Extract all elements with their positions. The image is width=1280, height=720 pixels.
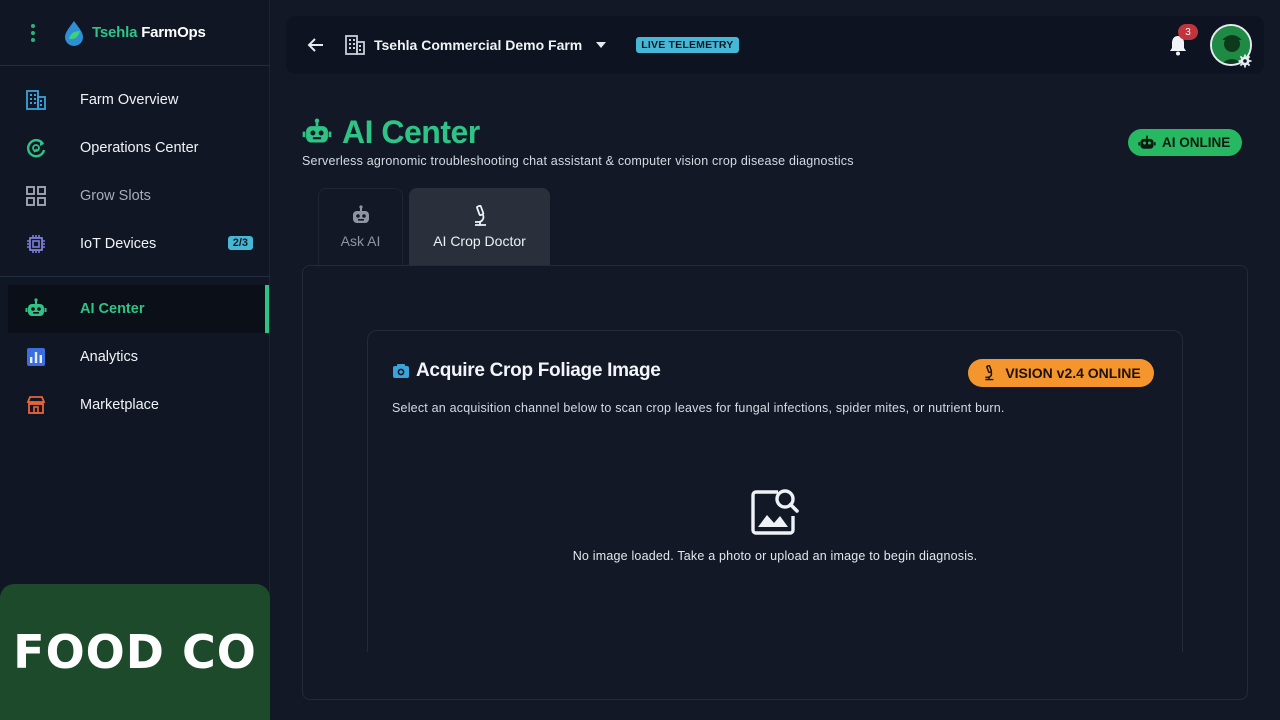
gear-icon[interactable] — [1238, 54, 1252, 68]
building-icon — [24, 88, 48, 112]
back-arrow-icon[interactable] — [304, 33, 328, 57]
live-telemetry-badge: LIVE TELEMETRY — [636, 37, 739, 53]
food-co-logo-text: FOOD CO — [13, 625, 257, 679]
card-description: Select an acquisition channel below to s… — [392, 401, 1005, 415]
robot-icon — [352, 205, 369, 223]
ai-online-label: AI ONLINE — [1162, 135, 1231, 150]
store-icon — [24, 393, 48, 417]
sidebar-item-marketplace[interactable]: Marketplace — [0, 381, 269, 429]
sidebar-header: Tsehla FarmOps — [0, 0, 269, 66]
top-bar: Tsehla Commercial Demo Farm LIVE TELEMET… — [286, 16, 1264, 74]
sidebar-item-ai-center[interactable]: AI Center — [8, 285, 269, 333]
page-header: AI Center — [302, 114, 480, 151]
ai-online-badge: AI ONLINE — [1128, 129, 1243, 156]
vision-online-badge: VISION v2.4 ONLINE — [968, 359, 1154, 387]
sidebar-item-label: Grow Slots — [80, 188, 151, 204]
sidebar-item-label: Operations Center — [80, 140, 199, 156]
microscope-icon — [985, 365, 994, 381]
page-subtitle: Serverless agronomic troubleshooting cha… — [302, 154, 854, 168]
microscope-icon — [474, 204, 486, 226]
sidebar-item-label: Farm Overview — [80, 92, 179, 108]
sidebar-item-grow-slots[interactable]: Grow Slots — [0, 172, 269, 220]
image-search-icon — [751, 489, 799, 535]
sidebar: Tsehla FarmOps Farm Overview Operations … — [0, 0, 270, 720]
sidebar-item-label: AI Center — [80, 301, 145, 317]
chevron-down-icon[interactable] — [594, 38, 608, 52]
sidebar-item-farm-overview[interactable]: Farm Overview — [0, 76, 269, 124]
device-count-badge: 2/3 — [227, 236, 253, 250]
sidebar-item-analytics[interactable]: Analytics — [0, 333, 269, 381]
sidebar-nav-secondary: AI Center Analytics Marketplace — [0, 285, 269, 429]
kebab-menu-icon[interactable] — [24, 23, 42, 42]
sidebar-item-label: Analytics — [80, 349, 139, 365]
card-header: Acquire Crop Foliage Image — [392, 360, 661, 382]
tab-label: Ask AI — [340, 233, 381, 249]
tab-ai-crop-doctor[interactable]: AI Crop Doctor — [409, 188, 550, 265]
operations-icon — [24, 136, 48, 160]
food-co-logo: FOOD CO — [0, 584, 270, 720]
grid-icon — [24, 184, 48, 208]
tab-ask-ai[interactable]: Ask AI — [318, 188, 403, 265]
water-drop-leaf-icon — [65, 20, 83, 46]
empty-state-text: No image loaded. Take a photo or upload … — [572, 549, 978, 563]
sidebar-item-iot-devices[interactable]: IoT Devices 2/3 — [0, 220, 269, 268]
robot-icon — [1138, 135, 1156, 149]
sidebar-item-operations-center[interactable]: Operations Center — [0, 124, 269, 172]
vision-badge-label: VISION v2.4 ONLINE — [1005, 365, 1141, 381]
chart-icon — [24, 345, 48, 369]
farm-selector-label[interactable]: Tsehla Commercial Demo Farm — [374, 37, 582, 53]
building-icon — [345, 35, 365, 55]
sidebar-item-label: Marketplace — [80, 397, 159, 413]
sidebar-divider — [0, 276, 269, 277]
camera-icon — [393, 364, 409, 378]
brand-part-1: Tsehla — [92, 24, 138, 41]
notification-count-badge: 3 — [1178, 24, 1198, 40]
card-title: Acquire Crop Foliage Image — [416, 360, 661, 381]
tab-label: AI Crop Doctor — [433, 232, 526, 249]
brand-part-2: FarmOps — [141, 24, 206, 41]
chip-icon — [24, 232, 48, 256]
sidebar-nav: Farm Overview Operations Center Grow Slo… — [0, 66, 269, 268]
robot-icon — [302, 118, 332, 143]
page-title: AI Center — [342, 114, 480, 150]
sidebar-item-label: IoT Devices — [80, 236, 157, 252]
robot-icon — [24, 297, 48, 321]
brand-name[interactable]: Tsehla FarmOps — [92, 24, 206, 41]
